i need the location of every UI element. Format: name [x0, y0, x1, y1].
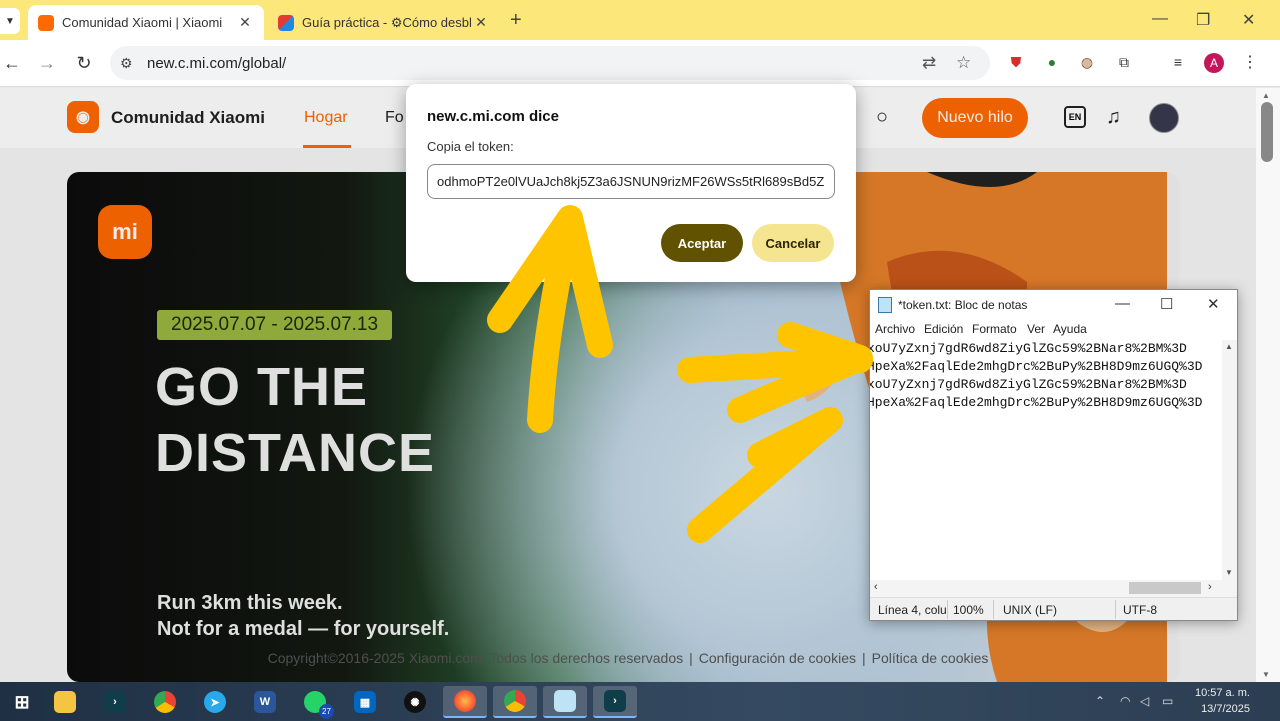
status-divider: [947, 600, 948, 619]
notepad-menu-bar: Archivo Edición Formato Ver Ayuda: [870, 320, 1237, 340]
profile-avatar[interactable]: A: [1204, 53, 1224, 73]
address-bar[interactable]: ⚙ new.c.mi.com/global/ ⇄ ☆: [110, 46, 990, 80]
cancel-button[interactable]: Cancelar: [752, 224, 834, 262]
minimize-icon[interactable]: —: [1115, 295, 1130, 312]
status-zoom: 100%: [953, 603, 984, 617]
page-scrollbar[interactable]: ▲ ▼: [1256, 88, 1280, 682]
notepad-horizontal-scrollbar[interactable]: ‹ ›: [870, 580, 1237, 597]
scroll-down-icon[interactable]: ▼: [1225, 568, 1233, 577]
menu-formato[interactable]: Formato: [972, 322, 1017, 336]
notepad-status-bar: Línea 4, colur 100% UNIX (LF) UTF-8: [870, 597, 1237, 620]
globe-extension-icon[interactable]: ●: [1042, 52, 1062, 72]
shield-extension-icon[interactable]: ⛊: [1006, 52, 1026, 72]
menu-edicion[interactable]: Edición: [924, 322, 963, 336]
menu-ayuda[interactable]: Ayuda: [1053, 322, 1087, 336]
tab-title: Comunidad Xiaomi | Xiaomi: [62, 15, 223, 30]
status-divider: [993, 600, 994, 619]
clock-date: 13/7/2025: [1201, 703, 1250, 715]
notepad-window: *token.txt: Bloc de notas — ☐ ✕ Archivo …: [869, 289, 1238, 621]
tab-close-icon[interactable]: ✕: [472, 14, 490, 31]
scroll-up-icon[interactable]: ▲: [1225, 342, 1233, 351]
cookie-extension-icon[interactable]: ◍: [1077, 52, 1097, 72]
firefox-icon[interactable]: [443, 686, 487, 718]
notepad-text-area[interactable]: xoU7yZxnj7gdR6wd8ZiyGlZGc59%2BNar8%2BM%3…: [870, 340, 1222, 580]
volume-icon[interactable]: ◁: [1140, 694, 1149, 708]
scroll-right-icon[interactable]: ›: [1208, 581, 1212, 593]
close-window-icon[interactable]: ✕: [1242, 10, 1255, 30]
notepad-vertical-scrollbar[interactable]: ▲ ▼: [1222, 340, 1237, 580]
system-clock[interactable]: 10:57 a. m. 13/7/2025: [1190, 685, 1250, 717]
terminal-active-icon[interactable]: ›: [593, 686, 637, 718]
terminal-app-icon[interactable]: ›: [93, 686, 137, 718]
status-cursor-position: Línea 4, colur: [878, 603, 946, 617]
chrome-icon[interactable]: [143, 686, 187, 718]
back-icon[interactable]: ←: [0, 51, 24, 75]
scroll-down-icon[interactable]: ▼: [1262, 670, 1270, 679]
telegram-icon[interactable]: ➤: [193, 686, 237, 718]
xiaomi-favicon-icon: [38, 14, 54, 31]
clock-time: 10:57 a. m.: [1194, 687, 1250, 699]
notepad-taskbar-icon[interactable]: [543, 686, 587, 718]
wifi-icon[interactable]: ◠: [1120, 694, 1130, 708]
whatsapp-icon[interactable]: 27: [293, 686, 337, 719]
tab-search-chevron-icon[interactable]: ▼: [0, 8, 20, 34]
tab-guia-practica[interactable]: Guía práctica - ⚙Cómo desbloq ✕: [268, 5, 500, 40]
text-line: xoU7yZxnj7gdR6wd8ZiyGlZGc59%2BNar8%2BM%3…: [870, 377, 1187, 392]
status-divider: [1115, 600, 1116, 619]
scroll-thumb[interactable]: [1261, 102, 1273, 162]
notepad-title-bar[interactable]: *token.txt: Bloc de notas — ☐ ✕: [870, 290, 1237, 320]
reload-icon[interactable]: ↻: [72, 51, 96, 75]
dialog-message: Copia el token:: [427, 139, 514, 154]
windows-taskbar: ⊞ › ➤ W 27 ▦ ✺ › ⌃ ◠ ◁ ▭ 10:57 a. m. 13/…: [0, 682, 1280, 721]
text-line: HpeXa%2FaqlEde2mhgDrc%2BuPy%2BH8D9mz6UGQ…: [870, 359, 1203, 374]
extensions-puzzle-icon[interactable]: ⧉: [1114, 52, 1134, 72]
start-windows-icon[interactable]: ⊞: [0, 686, 44, 718]
media-queue-icon[interactable]: ≡: [1168, 52, 1188, 72]
address-url[interactable]: new.c.mi.com/global/: [147, 55, 286, 72]
site-info-icon[interactable]: ⚙: [120, 55, 133, 72]
restore-icon[interactable]: ❐: [1196, 10, 1210, 30]
file-explorer-icon[interactable]: [43, 686, 87, 718]
scroll-up-icon[interactable]: ▲: [1262, 91, 1270, 100]
text-line: HpeXa%2FaqlEde2mhgDrc%2BuPy%2BH8D9mz6UGQ…: [870, 395, 1203, 410]
scroll-left-icon[interactable]: ‹: [874, 581, 878, 593]
maximize-icon[interactable]: ☐: [1160, 295, 1173, 313]
notepad-app-icon: [878, 297, 892, 313]
tray-expand-icon[interactable]: ⌃: [1095, 694, 1105, 708]
status-encoding: UTF-8: [1123, 603, 1157, 617]
close-window-icon[interactable]: ✕: [1207, 295, 1220, 313]
translate-icon[interactable]: ⇄: [922, 53, 936, 73]
minimize-icon[interactable]: —: [1152, 10, 1168, 28]
tab-comunidad-xiaomi[interactable]: Comunidad Xiaomi | Xiaomi ✕: [28, 5, 264, 40]
text-line: xoU7yZxnj7gdR6wd8ZiyGlZGc59%2BNar8%2BM%3…: [870, 341, 1187, 356]
store-icon[interactable]: ▦: [343, 686, 387, 718]
browser-tab-strip: ▼ Comunidad Xiaomi | Xiaomi ✕ Guía práct…: [0, 0, 1280, 40]
token-input[interactable]: [427, 164, 835, 199]
scroll-thumb[interactable]: [1129, 582, 1201, 594]
notepad-title: *token.txt: Bloc de notas: [898, 298, 1028, 312]
guide-favicon-icon: [278, 14, 294, 31]
menu-ver[interactable]: Ver: [1027, 322, 1045, 336]
tab-close-icon[interactable]: ✕: [236, 14, 254, 31]
chatgpt-icon[interactable]: ✺: [393, 686, 437, 718]
word-icon[interactable]: W: [243, 686, 287, 718]
dialog-origin: new.c.mi.com dice: [427, 108, 559, 125]
bookmark-star-icon[interactable]: ☆: [956, 53, 971, 73]
forward-icon[interactable]: →: [35, 51, 59, 75]
prompt-dialog: new.c.mi.com dice Copia el token: Acepta…: [406, 84, 856, 282]
menu-archivo[interactable]: Archivo: [875, 322, 915, 336]
tab-title: Guía práctica - ⚙Cómo desbloq: [302, 14, 472, 30]
new-tab-icon[interactable]: +: [510, 9, 522, 32]
status-line-ending: UNIX (LF): [1003, 603, 1057, 617]
chrome-profile-icon[interactable]: [493, 686, 537, 718]
notification-count-badge: 27: [319, 704, 334, 719]
browser-menu-icon[interactable]: ⋮: [1242, 52, 1258, 72]
battery-icon[interactable]: ▭: [1162, 694, 1173, 708]
accept-button[interactable]: Aceptar: [661, 224, 743, 262]
